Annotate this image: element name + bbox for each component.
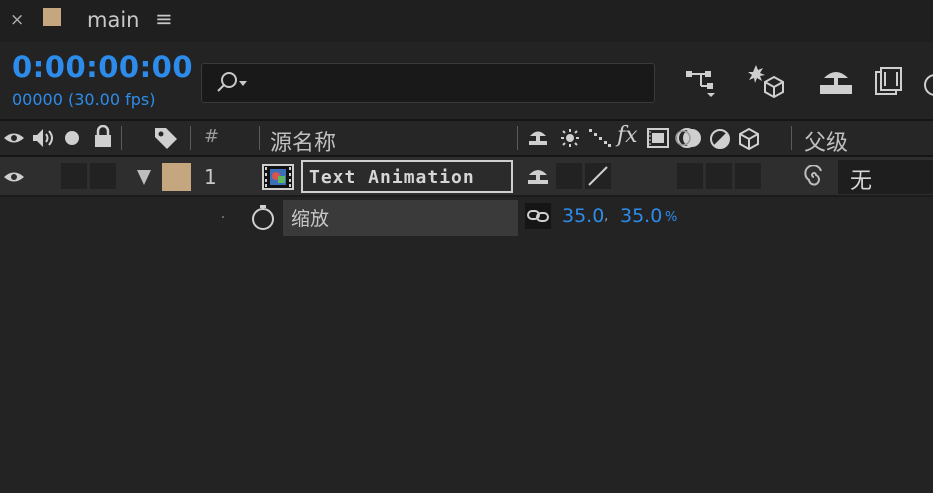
- parent-value: 无: [850, 169, 873, 194]
- column-divider[interactable]: [190, 126, 191, 150]
- layer-number-column-header[interactable]: #: [204, 126, 219, 147]
- close-tab-button[interactable]: ×: [10, 10, 24, 30]
- shy-switch-icon[interactable]: [527, 128, 549, 148]
- motion-blur-switch-icon[interactable]: [675, 125, 703, 151]
- collapse-toggle[interactable]: [556, 163, 582, 189]
- layer-visibility-icon[interactable]: [3, 167, 25, 187]
- motion-blur-toggle[interactable]: [677, 163, 703, 189]
- quality-icon[interactable]: [588, 128, 612, 148]
- motion-blur-icon[interactable]: [924, 74, 933, 96]
- current-time-display[interactable]: 0:00:00:00: [12, 50, 193, 84]
- column-divider[interactable]: [517, 126, 518, 150]
- layer-column-header: [0, 119, 933, 157]
- 3d-layer-icon[interactable]: [737, 127, 761, 151]
- audio-icon[interactable]: [31, 127, 57, 149]
- comp-flowchart-icon[interactable]: [683, 64, 719, 98]
- comp-color-swatch: [43, 8, 61, 26]
- video-visibility-icon[interactable]: [3, 128, 25, 148]
- column-divider[interactable]: [259, 126, 260, 150]
- layer-shy-icon[interactable]: [526, 166, 550, 188]
- collapse-transform-icon[interactable]: [559, 128, 581, 148]
- composition-tab-title[interactable]: main: [87, 8, 139, 32]
- text-layer-icon: [262, 163, 294, 191]
- scale-unit: %: [665, 210, 678, 225]
- parent-pickwhip-icon[interactable]: [801, 165, 827, 189]
- constrain-proportions-toggle[interactable]: [525, 203, 551, 229]
- search-input[interactable]: [201, 63, 655, 103]
- scale-y-value[interactable]: 35.0: [620, 205, 662, 227]
- adjustment-toggle[interactable]: [706, 163, 732, 189]
- layer-label-color[interactable]: [162, 163, 191, 191]
- frame-rate-display: 00000 (30.00 fps): [12, 90, 156, 109]
- chain-link-icon: [527, 210, 549, 222]
- expand-triangle-icon[interactable]: [135, 167, 153, 187]
- solo-toggle[interactable]: [90, 163, 116, 189]
- parent-column-header[interactable]: 父级: [804, 125, 848, 157]
- stopwatch-icon[interactable]: [250, 203, 276, 231]
- audio-toggle[interactable]: [61, 163, 87, 189]
- scale-x-value[interactable]: 35.0: [562, 205, 604, 227]
- scale-property-label[interactable]: 缩放: [283, 200, 518, 236]
- 3d-toggle[interactable]: [735, 163, 761, 189]
- search-icon[interactable]: [215, 70, 251, 94]
- source-name-column-header[interactable]: 源名称: [270, 125, 336, 157]
- label-tag-icon[interactable]: [153, 126, 179, 150]
- value-separator: ,: [604, 208, 609, 224]
- panel-menu-icon[interactable]: ≡: [155, 7, 173, 31]
- column-divider[interactable]: [121, 126, 122, 150]
- adjustment-layer-icon[interactable]: [709, 128, 731, 150]
- draft-3d-icon[interactable]: [748, 62, 788, 100]
- hide-shy-layers-icon[interactable]: [818, 64, 854, 98]
- solo-icon[interactable]: [65, 131, 79, 145]
- effects-column-header[interactable]: fx: [617, 123, 638, 148]
- tree-dot: [222, 216, 224, 218]
- layer-name-field[interactable]: Text Animation: [301, 160, 513, 193]
- panel-tab-bar: [0, 0, 933, 42]
- lock-icon[interactable]: [93, 125, 113, 149]
- quality-toggle[interactable]: [585, 163, 611, 189]
- frame-blend-switch-icon[interactable]: [646, 127, 670, 149]
- frame-blending-icon[interactable]: [872, 64, 908, 98]
- layer-number: 1: [204, 165, 217, 189]
- quality-slash-icon: [588, 166, 608, 186]
- column-divider[interactable]: [791, 126, 792, 150]
